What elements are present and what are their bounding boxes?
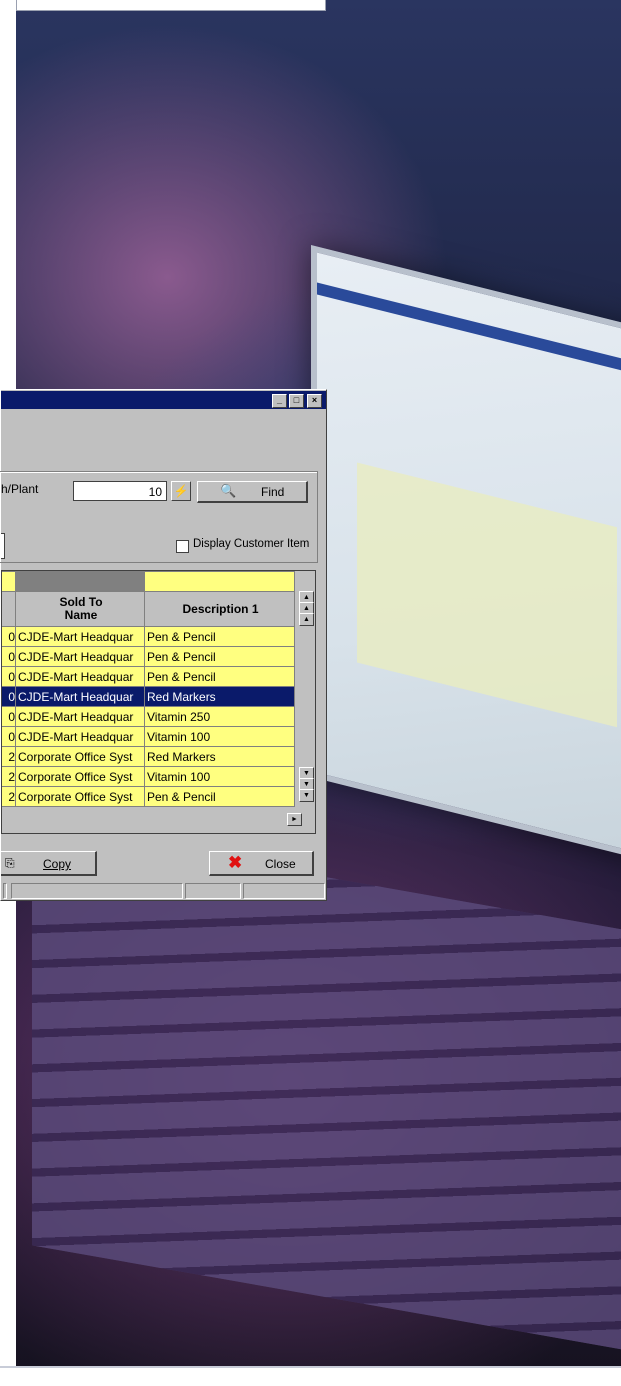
table-row[interactable]: 0 CJDE-Mart Headquar Vitamin 100 (2, 726, 295, 747)
sold-to-name-cell[interactable]: CJDE-Mart Headquar (15, 706, 145, 727)
footer-rule (0, 1366, 621, 1368)
row-number-cell[interactable]: 0 (2, 686, 16, 707)
sold-to-name-cell[interactable]: CJDE-Mart Headquar (15, 686, 145, 707)
display-customer-item-checkbox[interactable] (176, 540, 189, 553)
close-icon: ✖ (228, 853, 243, 872)
close-window-button[interactable]: × (307, 394, 322, 408)
row-number-cell[interactable]: 0 (2, 666, 16, 687)
description-cell[interactable]: Pen & Pencil (144, 646, 295, 667)
table-row[interactable]: 0 CJDE-Mart Headquar Pen & Pencil (2, 626, 295, 647)
visual-assist-icon[interactable]: ⚡ (171, 481, 191, 501)
top-panel (16, 0, 326, 11)
row-number-cell[interactable]: 2 (2, 746, 16, 767)
table-row[interactable]: 0 CJDE-Mart Headquar Pen & Pencil (2, 666, 295, 687)
row-number-cell[interactable]: 2 (2, 766, 16, 787)
find-button[interactable]: 🔍 Find (197, 481, 308, 503)
vertical-scrollbar[interactable]: ▲ ▲ ▲ ▼ ▼ ▼ ► (287, 591, 314, 831)
find-dialog-window: _ □ × h/Plant 10 ⚡ 🔍 Find Display Custom… (0, 389, 327, 901)
sold-to-name-cell[interactable]: CJDE-Mart Headquar (15, 626, 145, 647)
row-number-cell[interactable]: 0 (2, 626, 16, 647)
maximize-button[interactable]: □ (289, 394, 304, 408)
table-row[interactable]: 0 CJDE-Mart Headquar Vitamin 250 (2, 706, 295, 727)
sold-to-name-cell[interactable]: Corporate Office Syst (15, 746, 145, 767)
scroll-right-icon[interactable]: ► (287, 813, 302, 826)
scroll-bottom-icon[interactable]: ▼ (299, 789, 314, 802)
column-header-description[interactable]: Description 1 (144, 591, 295, 627)
left-field-edge[interactable] (1, 533, 5, 559)
row-number-cell[interactable]: 2 (2, 786, 16, 807)
branch-plant-input[interactable]: 10 (73, 481, 167, 501)
sold-to-name-cell[interactable]: Corporate Office Syst (15, 786, 145, 807)
description-cell[interactable]: Vitamin 100 (144, 766, 295, 787)
close-button[interactable]: ✖ Close (209, 851, 314, 876)
find-icon: 🔍 (220, 483, 237, 498)
row-header[interactable] (2, 591, 16, 627)
table-row[interactable]: 0 CJDE-Mart Headquar Pen & Pencil (2, 646, 295, 667)
status-bar (1, 881, 326, 899)
description-cell[interactable]: Red Markers (144, 746, 295, 767)
description-cell[interactable]: Vitamin 250 (144, 706, 295, 727)
copy-icon: ⎘ (5, 856, 15, 870)
scroll-up-icon[interactable]: ▲ (299, 613, 314, 626)
copy-button[interactable]: ⎘ Copy (1, 851, 97, 876)
description-cell[interactable]: Pen & Pencil (144, 666, 295, 687)
description-cell[interactable]: Vitamin 100 (144, 726, 295, 747)
sold-to-name-cell[interactable]: CJDE-Mart Headquar (15, 666, 145, 687)
table-row[interactable]: 0 CJDE-Mart Headquar Red Markers (2, 686, 295, 707)
minimize-button[interactable]: _ (272, 394, 287, 408)
table-row[interactable]: 2 Corporate Office Syst Pen & Pencil (2, 786, 295, 807)
display-customer-item-label: Display Customer Item (193, 538, 310, 550)
results-grid: Sold To Name Description 1 0 CJDE-Mart He… (1, 570, 316, 834)
laptop-keyboard (32, 825, 621, 1355)
description-cell[interactable]: Pen & Pencil (144, 626, 295, 647)
sold-to-name-cell[interactable]: CJDE-Mart Headquar (15, 726, 145, 747)
table-row[interactable]: 2 Corporate Office Syst Red Markers (2, 746, 295, 767)
description-cell[interactable]: Pen & Pencil (144, 786, 295, 807)
description-cell[interactable]: Red Markers (144, 686, 295, 707)
table-row[interactable]: 2 Corporate Office Syst Vitamin 100 (2, 766, 295, 787)
branch-plant-label: h/Plant (1, 482, 39, 496)
sold-to-name-cell[interactable]: CJDE-Mart Headquar (15, 646, 145, 667)
sold-to-name-cell[interactable]: Corporate Office Syst (15, 766, 145, 787)
column-header-sold-to[interactable]: Sold To Name (15, 591, 145, 627)
laptop-screen (311, 245, 621, 865)
row-number-cell[interactable]: 0 (2, 726, 16, 747)
title-bar[interactable]: _ □ × (1, 391, 326, 409)
page-footer (0, 1368, 621, 1386)
row-number-cell[interactable]: 0 (2, 646, 16, 667)
row-number-cell[interactable]: 0 (2, 706, 16, 727)
